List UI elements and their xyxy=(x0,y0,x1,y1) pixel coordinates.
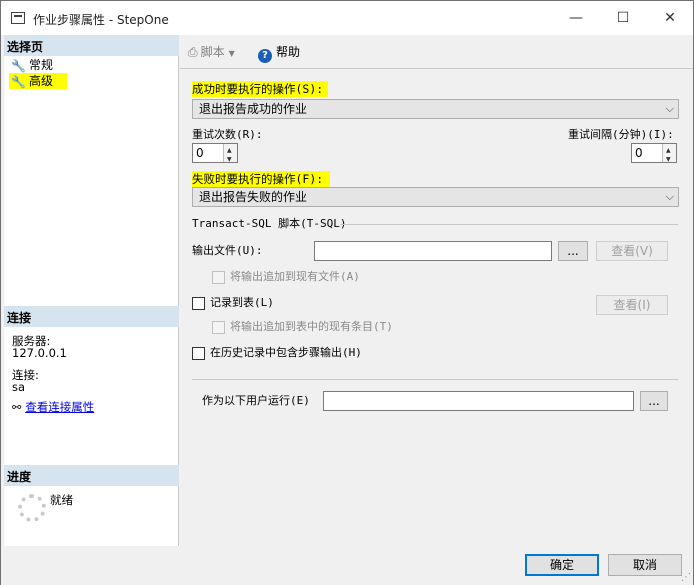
maximize-button[interactable]: ☐ xyxy=(608,7,638,29)
progress-status: 就绪 xyxy=(50,493,73,507)
on-failure-select[interactable]: 退出报告失败的作业 ⌵ xyxy=(192,187,679,207)
progress-header: 进度 xyxy=(4,465,179,486)
page-general[interactable]: 🔧 常规 xyxy=(9,57,53,73)
server-value: 127.0.0.1 xyxy=(12,346,67,360)
spin-arrows-icon[interactable] xyxy=(223,143,237,168)
section-divider xyxy=(192,379,678,380)
chevron-down-icon: ⌵ xyxy=(665,102,674,115)
toolbar: ⎙ 脚本 ▼ ? 帮助 xyxy=(180,35,693,69)
connection-properties-icon: ⚯ xyxy=(12,401,22,414)
tsql-section-label: Transact-SQL 脚本(T-SQL) xyxy=(192,217,347,230)
on-success-select[interactable]: 退出报告成功的作业 ⌵ xyxy=(192,99,679,119)
append-table-label: 将输出追加到表中的现有条目(T) xyxy=(230,320,393,333)
run-as-input[interactable] xyxy=(323,391,634,411)
help-icon: ? xyxy=(258,49,272,63)
view-connection-properties[interactable]: ⚯ 查看连接属性 xyxy=(12,400,94,415)
retry-attempts-value: 0 xyxy=(196,146,204,160)
script-icon: ⎙ xyxy=(188,45,198,59)
output-file-browse-button[interactable]: ... xyxy=(558,241,588,261)
retry-interval-label: 重试间隔(分钟)(I): xyxy=(568,128,674,141)
retry-attempts-stepper[interactable]: 0 xyxy=(192,143,238,168)
output-file-label: 输出文件(U): xyxy=(192,244,263,257)
spin-arrows-icon[interactable] xyxy=(662,143,676,168)
view-table-button[interactable]: 查看(I) xyxy=(596,295,668,315)
window-title: 作业步骤属性 - StepOne xyxy=(33,13,169,27)
retry-attempts-label: 重试次数(R): xyxy=(192,128,263,141)
progress-spinner-icon xyxy=(18,494,46,522)
section-divider xyxy=(340,224,678,225)
connection-value: sa xyxy=(12,380,26,394)
page-general-label: 常规 xyxy=(29,58,54,72)
page-advanced[interactable]: 🔧 高级 xyxy=(9,73,67,89)
script-label: 脚本 xyxy=(200,45,225,59)
connection-header: 连接 xyxy=(4,306,179,327)
append-table-checkbox[interactable] xyxy=(212,321,225,334)
on-success-label: 成功时要执行的操作(S): xyxy=(192,81,328,97)
main-panel: ⎙ 脚本 ▼ ? 帮助 成功时要执行的操作(S): 退出报告成功的作业 ⌵ 重试次数(… xyxy=(180,35,693,546)
help-button[interactable]: ? 帮助 xyxy=(258,44,300,63)
script-button[interactable]: ⎙ 脚本 ▼ xyxy=(188,44,235,62)
page-advanced-label: 高级 xyxy=(29,74,54,88)
close-button[interactable]: ✕ xyxy=(655,7,685,29)
title-bar: 作业步骤属性 - StepOne — ☐ ✕ xyxy=(1,1,693,35)
wrench-icon: 🔧 xyxy=(11,59,26,73)
ok-button[interactable]: 确定 xyxy=(525,554,599,576)
dialog-footer: 确定 取消 ⋰ xyxy=(1,546,693,585)
resize-grip-icon[interactable]: ⋰ xyxy=(681,572,691,583)
output-file-input[interactable] xyxy=(314,241,552,261)
minimize-button[interactable]: — xyxy=(561,7,591,29)
wrench-icon: 🔧 xyxy=(11,75,26,89)
run-as-browse-button[interactable]: ... xyxy=(640,391,668,411)
append-output-label: 将输出追加到现有文件(A) xyxy=(230,270,360,283)
log-to-table-label: 记录到表(L) xyxy=(210,296,274,309)
on-failure-value: 退出报告失败的作业 xyxy=(199,190,308,204)
window-icon xyxy=(11,12,25,24)
on-success-value: 退出报告成功的作业 xyxy=(199,102,308,116)
log-to-table-checkbox[interactable] xyxy=(192,297,205,310)
select-page-header: 选择页 xyxy=(4,35,179,56)
cancel-button[interactable]: 取消 xyxy=(608,554,682,576)
include-history-checkbox[interactable] xyxy=(192,347,205,360)
chevron-down-icon: ⌵ xyxy=(665,190,674,203)
run-as-label: 作为以下用户运行(E) xyxy=(202,394,310,407)
help-label: 帮助 xyxy=(276,45,301,59)
on-failure-label: 失败时要执行的操作(F): xyxy=(192,171,330,187)
view-output-button[interactable]: 查看(V) xyxy=(596,241,668,261)
retry-interval-stepper[interactable]: 0 xyxy=(631,143,677,168)
include-history-label: 在历史记录中包含步骤输出(H) xyxy=(210,346,362,359)
left-panel: 选择页 🔧 常规 🔧 高级 连接 服务器: 127.0.0.1 连接: sa ⚯… xyxy=(4,35,179,546)
retry-interval-value: 0 xyxy=(635,146,643,160)
append-output-checkbox[interactable] xyxy=(212,271,225,284)
view-connection-link[interactable]: 查看连接属性 xyxy=(25,400,94,414)
job-step-properties-dialog: 作业步骤属性 - StepOne — ☐ ✕ 选择页 🔧 常规 🔧 高级 连接 … xyxy=(0,0,694,585)
chevron-down-icon: ▼ xyxy=(228,49,235,58)
